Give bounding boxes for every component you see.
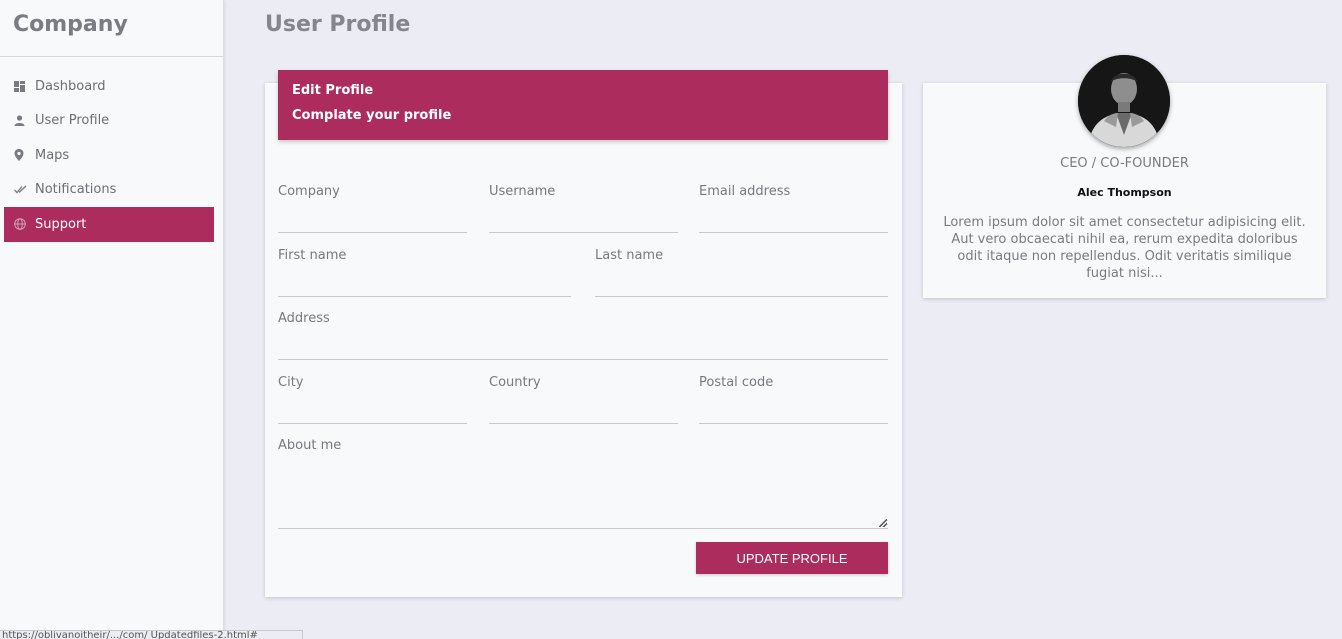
city-field: City [278,375,467,424]
about-me-label: About me [278,438,342,453]
username-input[interactable] [489,209,678,233]
browser-status-bar: https://oblivanoitheir/.../com/ Updatedf… [0,630,303,639]
brand-logo-text[interactable]: Company [0,0,223,57]
sidebar-item-dashboard[interactable]: Dashboard [4,69,214,104]
sidebar-item-label: Maps [35,147,70,163]
email-label: Email address [699,184,791,199]
sidebar: Company Dashboard User Profile Maps Noti… [0,0,224,639]
sidebar-item-label: Notifications [35,182,117,198]
username-field: Username [489,184,678,233]
globe-icon [14,218,35,231]
address-input[interactable] [278,336,888,360]
sidebar-item-maps[interactable]: Maps [4,138,214,173]
sidebar-item-label: Dashboard [35,78,106,94]
edit-profile-header: Edit Profile Complate your profile [278,70,888,140]
update-profile-button[interactable]: UPDATE PROFILE [696,542,888,574]
avatar-photo-icon [1078,55,1170,147]
card-subtitle: Complate your profile [292,108,452,123]
email-input[interactable] [699,209,888,233]
double-check-icon [14,185,35,194]
sidebar-item-label: User Profile [35,113,110,129]
company-label: Company [278,184,340,199]
first-name-input[interactable] [278,273,571,297]
sidebar-item-support[interactable]: Support [4,207,214,242]
email-field: Email address [699,184,888,233]
dashboard-icon [14,80,35,92]
postal-code-field: Postal code [699,375,888,424]
sidebar-item-user-profile[interactable]: User Profile [4,104,214,139]
country-input[interactable] [489,400,678,424]
resize-handle-icon[interactable] [879,519,887,527]
postal-code-input[interactable] [699,400,888,424]
person-icon [14,115,35,127]
about-me-field: About me [278,438,888,529]
city-label: City [278,375,304,390]
sidebar-item-notifications[interactable]: Notifications [4,173,214,208]
profile-role: CEO / CO-FOUNDER [1060,156,1189,171]
country-field: Country [489,375,678,424]
last-name-input[interactable] [595,273,888,297]
first-name-label: First name [278,248,347,263]
page-title: User Profile [265,12,411,37]
company-field: Company [278,184,467,233]
username-label: Username [489,184,556,199]
address-label: Address [278,311,330,326]
profile-bio: Lorem ipsum dolor sit amet consectetur a… [943,215,1306,281]
postal-code-label: Postal code [699,375,774,390]
map-pin-icon [14,149,35,162]
sidebar-item-label: Support [35,216,87,232]
last-name-field: Last name [595,248,888,297]
last-name-label: Last name [595,248,664,263]
company-input[interactable] [278,209,467,233]
address-field: Address [278,311,888,360]
sidebar-nav: Dashboard User Profile Maps Notification… [0,57,223,242]
country-label: Country [489,375,541,390]
profile-name: Alec Thompson [1077,186,1172,199]
about-me-textarea[interactable] [278,469,888,529]
avatar [1078,55,1170,147]
card-title: Edit Profile [292,83,374,98]
first-name-field: First name [278,248,571,297]
city-input[interactable] [278,400,467,424]
